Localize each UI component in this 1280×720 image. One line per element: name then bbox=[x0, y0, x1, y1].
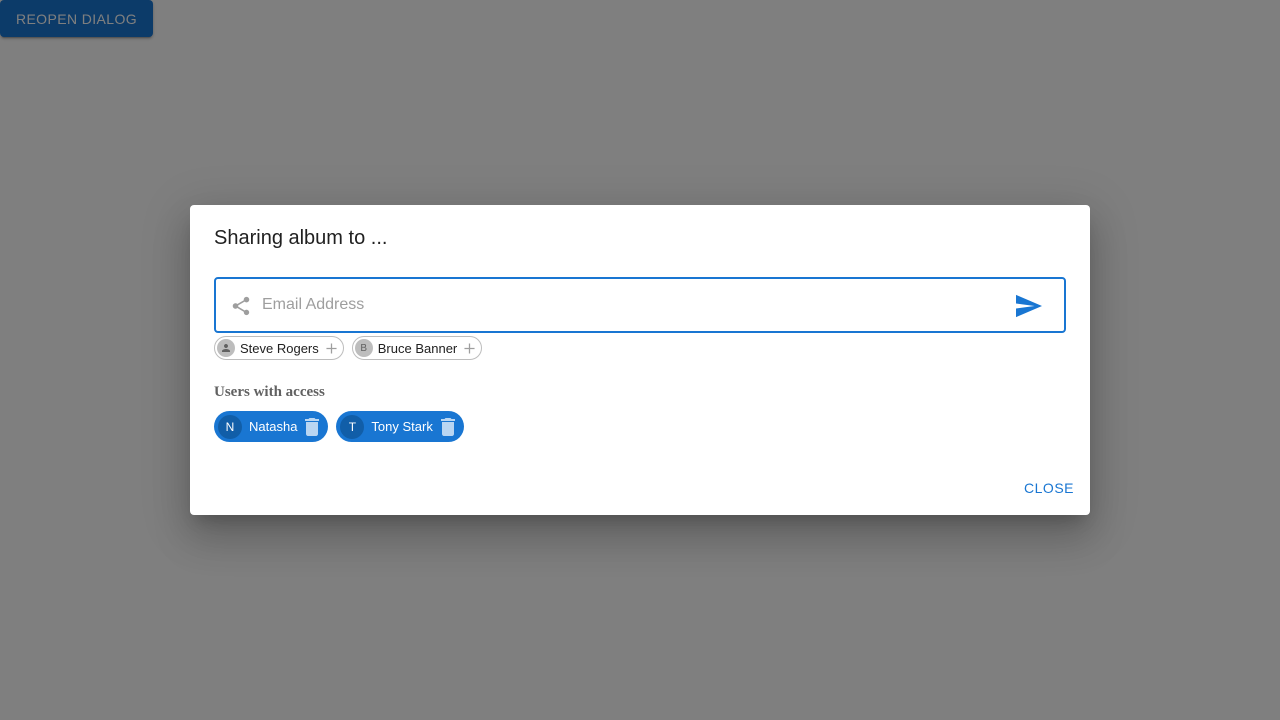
avatar bbox=[217, 339, 235, 357]
chip-label: Tony Stark bbox=[371, 419, 433, 434]
plus-icon[interactable] bbox=[326, 342, 337, 354]
person-icon bbox=[222, 344, 230, 352]
trash-icon[interactable] bbox=[304, 417, 320, 436]
chip-label: Bruce Banner bbox=[377, 340, 458, 356]
suggestion-chip-steve-rogers[interactable]: Steve Rogers bbox=[214, 336, 344, 360]
users-with-access-heading: Users with access bbox=[214, 384, 325, 400]
access-chip-tony-stark: T Tony Stark bbox=[336, 411, 464, 442]
avatar: B bbox=[354, 339, 373, 357]
dialog-title: Sharing album to ... bbox=[214, 227, 388, 249]
users-with-access-list: N Natasha T Tony Stark bbox=[214, 411, 464, 442]
suggestion-chip-bruce-banner[interactable]: B Bruce Banner bbox=[351, 336, 483, 360]
trash-icon[interactable] bbox=[440, 417, 456, 436]
chip-label: Steve Rogers bbox=[240, 340, 319, 356]
plus-icon[interactable] bbox=[464, 342, 475, 354]
suggested-users: Steve Rogers B Bruce Banner bbox=[214, 336, 483, 360]
share-icon bbox=[232, 296, 250, 316]
email-field bbox=[214, 277, 1066, 333]
access-chip-natasha: N Natasha bbox=[214, 411, 329, 442]
email-input[interactable] bbox=[262, 289, 1002, 321]
close-button[interactable]: Close bbox=[1016, 473, 1082, 503]
send-icon[interactable] bbox=[1016, 294, 1042, 318]
avatar: T bbox=[340, 414, 365, 439]
avatar: N bbox=[218, 414, 242, 439]
chip-label: Natasha bbox=[249, 419, 298, 434]
share-album-dialog: Sharing album to ... Steve Rogers B Bruc… bbox=[190, 205, 1090, 515]
